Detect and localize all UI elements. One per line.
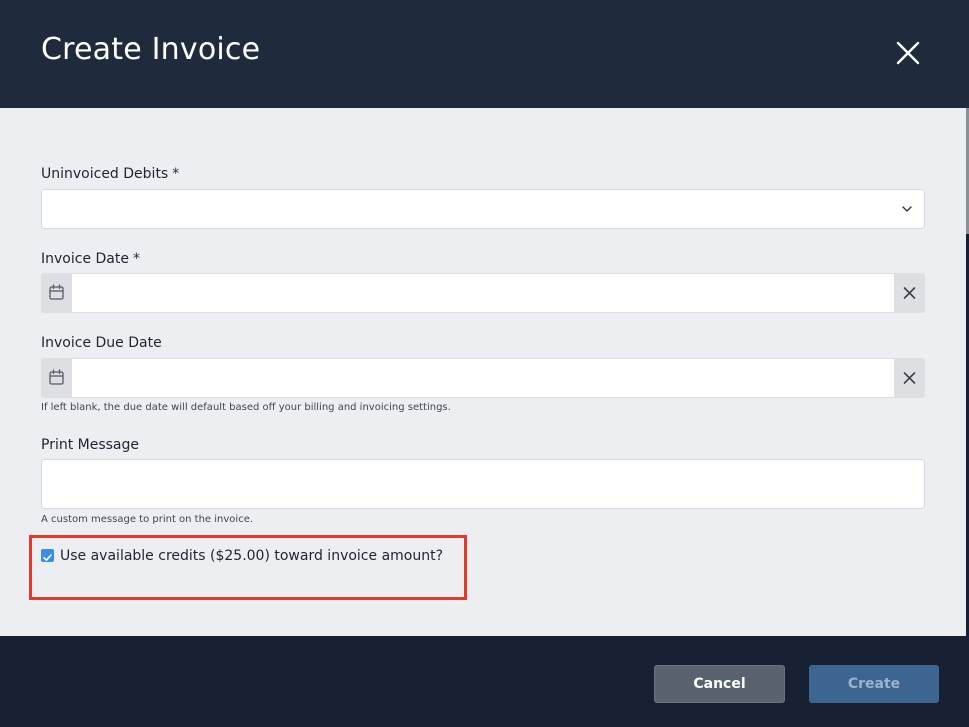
invoice-due-date-picker [41,358,925,398]
invoice-date-label-text: Invoice Date [41,251,129,267]
uninvoiced-debits-label-text: Uninvoiced Debits [41,166,169,182]
invoice-due-date-input[interactable] [72,359,894,397]
invoice-date-picker [41,273,925,313]
required-mark: * [132,251,140,267]
create-invoice-modal: Create Invoice Uninvoiced Debits * Invoic… [0,0,969,727]
invoice-date-label: Invoice Date * [41,251,140,267]
invoice-date-calendar-button[interactable] [41,273,72,313]
modal-title: Create Invoice [41,32,261,67]
invoice-date-input[interactable] [72,274,894,312]
create-button[interactable]: Create [809,665,939,703]
invoice-due-date-calendar-button[interactable] [41,358,72,398]
print-message-textarea[interactable] [41,459,925,509]
clear-icon [903,287,916,299]
cancel-button[interactable]: Cancel [654,665,785,703]
close-button[interactable] [893,38,923,68]
calendar-icon [49,369,64,385]
print-message-label: Print Message [41,437,140,453]
invoice-date-clear-button[interactable] [894,273,925,313]
calendar-icon [49,284,64,300]
use-credits-label[interactable]: Use available credits ($25.00) toward in… [60,548,443,564]
required-mark: * [172,166,180,182]
uninvoiced-debits-label: Uninvoiced Debits * [41,166,179,182]
invoice-due-date-label: Invoice Due Date [41,335,162,351]
close-icon [896,41,920,65]
print-message-hint: A custom message to print on the invoice… [41,514,254,525]
invoice-due-date-clear-button[interactable] [894,358,925,398]
clear-icon [903,372,916,384]
highlight-box [29,535,467,600]
modal-header: Create Invoice [0,0,969,108]
due-date-hint: If left blank, the due date will default… [41,402,451,413]
checkmark-icon [43,554,52,561]
use-credits-checkbox[interactable] [41,549,54,562]
uninvoiced-debits-select[interactable] [41,189,925,229]
chevron-down-icon [902,206,912,212]
